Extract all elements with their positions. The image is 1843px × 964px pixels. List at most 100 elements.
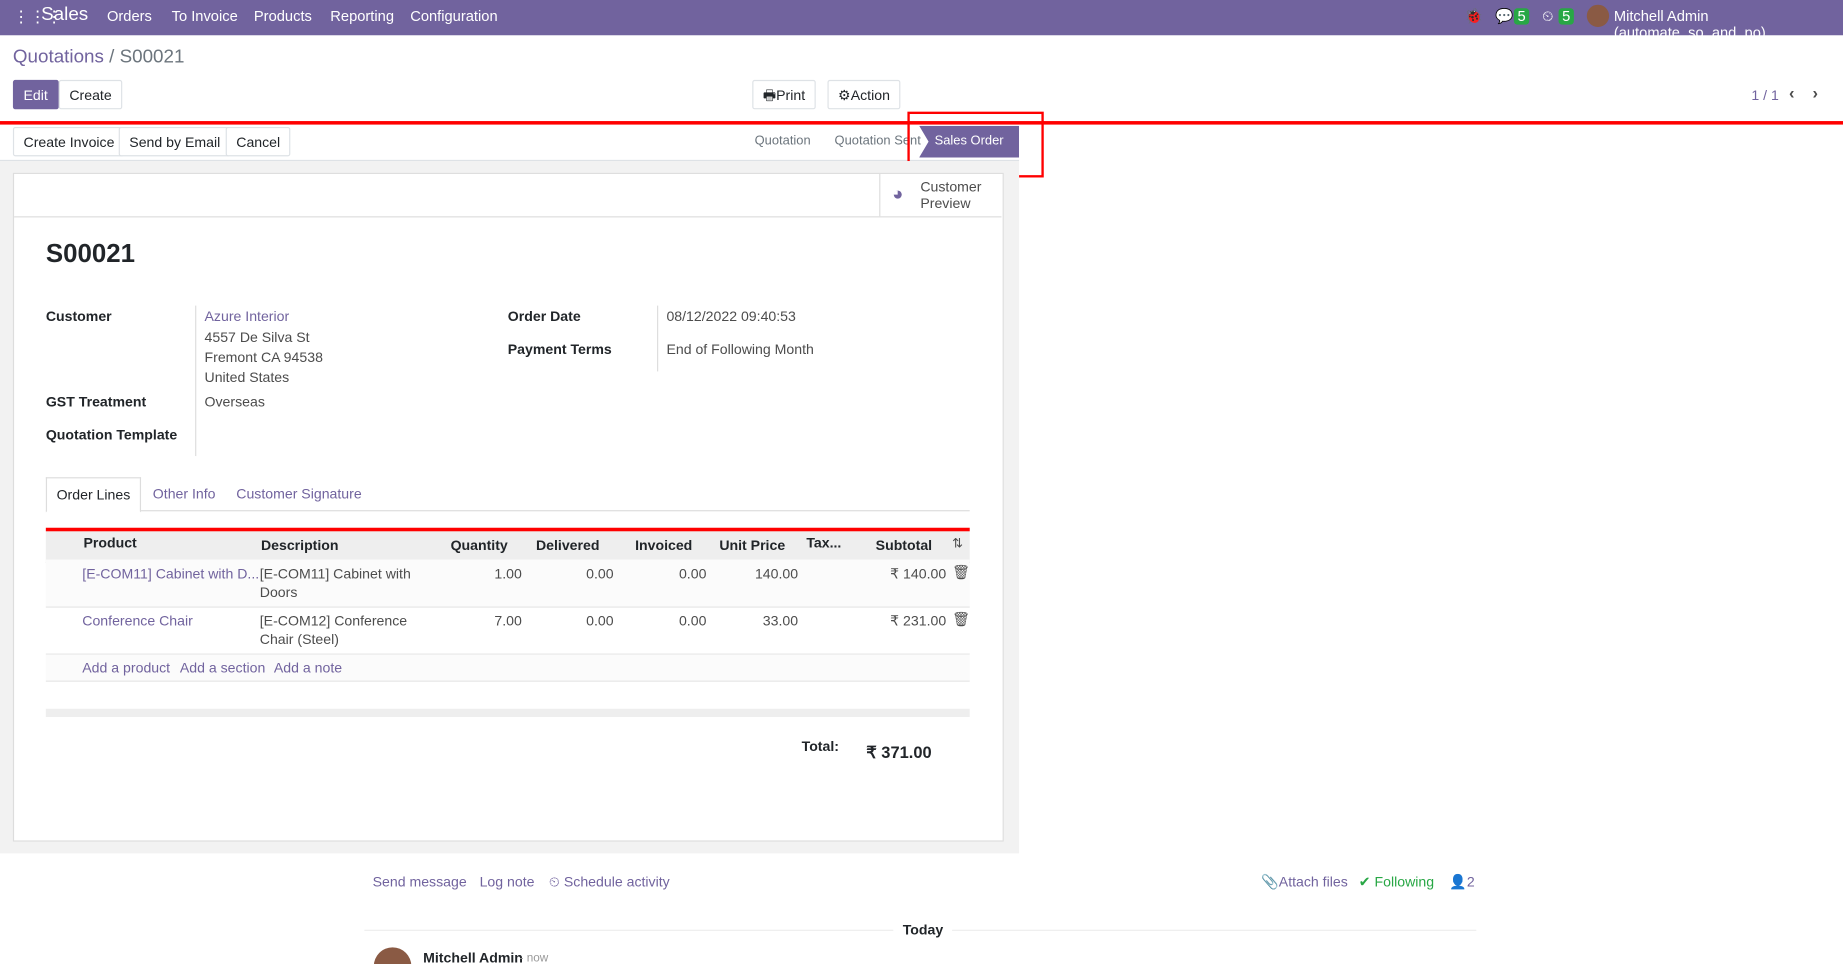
button-box [14,174,1002,218]
check-icon: ✔ [1358,873,1371,890]
row-invoiced: 0.00 [678,612,707,629]
col-description[interactable]: Description [261,537,339,553]
user-icon: 👤 [1449,873,1467,890]
pager-prev-icon[interactable]: ‹ [1789,83,1794,102]
address-line: United States [204,369,290,386]
print-icon: 🖶 [762,86,777,104]
trash-icon[interactable]: 🗑 [952,611,970,627]
row-product[interactable]: Conference Chair [82,612,193,628]
menu-configuration[interactable]: Configuration [410,8,497,24]
template-label: Quotation Template [45,426,178,444]
col-taxes[interactable]: Tax... [806,535,841,551]
form-sheet [12,172,1004,842]
print-button[interactable]: 🖶Print [752,79,816,110]
create-invoice-button[interactable]: Create Invoice [12,126,126,157]
pager-value[interactable]: 1 / 1 [1751,87,1778,103]
tabs-line [45,510,970,512]
menu-products[interactable]: Products [254,8,312,24]
col-subtotal[interactable]: Subtotal [846,537,932,553]
col-invoiced[interactable]: Invoiced [611,537,692,553]
schedule-activity-button[interactable]: ⏲ Schedule activity [549,873,670,891]
add-product-link[interactable]: Add a product [82,659,170,675]
today-label: Today [893,921,953,938]
message-time: - now [519,952,549,964]
row-unit-price: 33.00 [762,612,799,629]
menu-to-invoice[interactable]: To Invoice [172,8,238,24]
log-note-button[interactable]: Log note [480,873,535,889]
row-description: [E-COM12] Conference [259,612,408,629]
clock-icon: ⏲ [548,873,560,890]
add-note-link[interactable]: Add a note [274,659,342,675]
status-quotation[interactable]: Quotation [755,134,811,148]
payment-terms-value: End of Following Month [666,340,814,358]
breadcrumb-current: S00021 [119,47,185,67]
row-description: Chair (Steel) [259,631,339,648]
send-email-button[interactable]: Send by Email [118,126,231,157]
divider [195,305,197,457]
row-delivered: 0.00 [586,612,614,629]
row-unit-price: 140.00 [754,565,799,582]
row-subtotal: ₹ 231.00 [890,612,947,629]
pager-next-icon[interactable]: › [1812,83,1817,102]
activities-badge: 5 [1558,8,1574,25]
customer-label: Customer [45,307,112,325]
col-delivered[interactable]: Delivered [517,537,600,553]
globe-icon: ◕ [892,184,904,205]
following-button[interactable]: ✔ Following [1359,873,1434,889]
breadcrumb: Quotations / S00021 [12,47,185,67]
tab-customer-signature[interactable]: Customer Signature [236,485,361,501]
row-invoiced: 0.00 [678,565,707,582]
col-unit-price[interactable]: Unit Price [705,537,785,553]
row-description: Doors [259,584,298,601]
activities-icon[interactable]: ⏲ [1542,8,1553,26]
address-line: 4557 De Silva St [204,329,310,346]
order-date-label: Order Date [507,307,581,325]
create-button[interactable]: Create [58,79,123,110]
top-navbar: ⋮⋮⋮ Sales Orders To Invoice Products Rep… [0,0,1843,41]
attach-files-button[interactable]: 📎Attach files [1261,873,1348,889]
col-quantity[interactable]: Quantity [435,537,508,553]
payment-terms-label: Payment Terms [507,340,612,358]
cancel-button[interactable]: Cancel [225,126,291,157]
col-product[interactable]: Product [83,535,136,551]
breadcrumb-quotations[interactable]: Quotations [13,47,104,67]
customer-link[interactable]: Azure Interior [205,308,290,324]
menu-orders[interactable]: Orders [107,8,152,24]
tab-order-lines[interactable]: Order Lines [45,477,142,513]
user-menu[interactable]: Mitchell Admin (automate_so_and_po) [1614,8,1843,41]
order-date-value: 08/12/2022 09:40:53 [666,307,796,325]
order-name: S00021 [45,238,136,268]
send-message-button[interactable]: Send message [373,873,467,889]
messages-icon[interactable]: 💬 [1495,8,1513,26]
total-value: ₹ 371.00 [866,742,932,762]
row-delivered: 0.00 [586,565,614,582]
divider [657,305,659,372]
row-subtotal: ₹ 140.00 [890,565,947,582]
gear-icon: ⚙ [838,86,851,104]
trash-icon[interactable]: 🗑 [952,564,970,580]
edit-button[interactable]: Edit [12,79,59,110]
debug-icon[interactable]: 🐞 [1465,8,1483,26]
action-button[interactable]: ⚙Action [827,79,901,110]
row-quantity: 1.00 [494,565,522,582]
app-name[interactable]: Sales [41,5,88,26]
row-quantity: 7.00 [494,612,522,629]
menu-reporting[interactable]: Reporting [330,8,394,24]
customer-preview-button[interactable]: ◕ Customer Preview [879,173,1002,217]
tab-other-info[interactable]: Other Info [153,485,216,501]
total-label: Total: [801,738,839,755]
gst-label: GST Treatment [45,393,147,411]
paperclip-icon: 📎 [1261,873,1279,890]
optional-columns-icon[interactable]: ⇅ [952,536,963,551]
followers-button[interactable]: 👤2 [1449,873,1474,889]
add-section-link[interactable]: Add a section [180,659,265,675]
message-author: Mitchell Admin [423,949,523,964]
gst-value: Overseas [204,393,265,411]
messages-badge: 5 [1513,8,1530,25]
message-avatar [373,947,412,964]
avatar[interactable] [1586,4,1610,28]
table-footer [45,708,970,717]
row-description: [E-COM11] Cabinet with [259,565,411,582]
address-line: Fremont CA 94538 [204,349,323,366]
row-product[interactable]: [E-COM11] Cabinet with D... [82,565,259,581]
